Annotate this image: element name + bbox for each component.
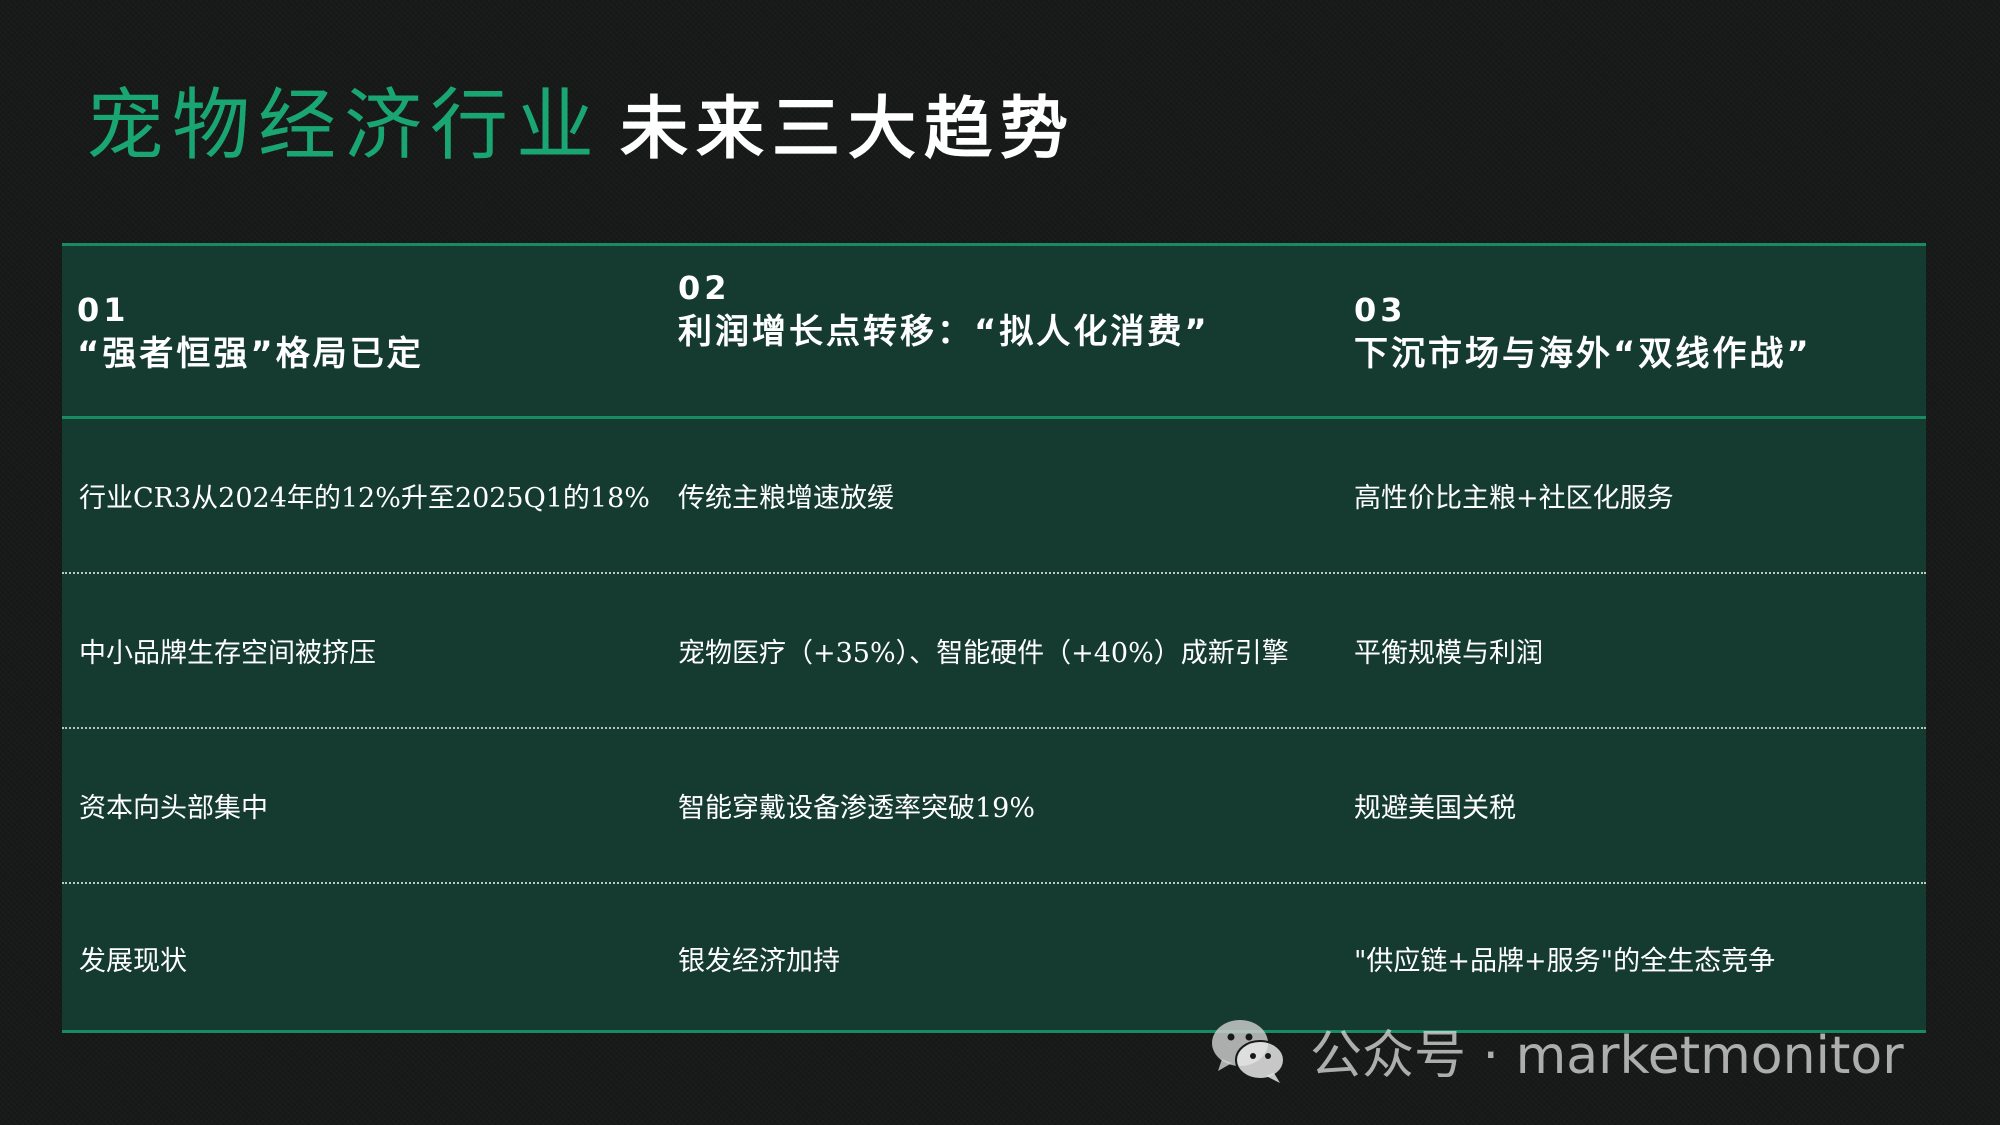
title-main: 宠物经济行业: [86, 81, 603, 171]
watermark-text: 公众号 · marketmonitor: [1310, 1025, 1904, 1086]
table-cell: 平衡规模与利润: [1354, 638, 1543, 669]
table-cell: 规避美国关税: [1354, 793, 1516, 824]
table-cell: 行业CR3从2024年的12%升至2025Q1的18%: [79, 483, 650, 514]
table-cell: 中小品牌生存空间被挤压: [79, 638, 376, 669]
table-header: 01 “强者恒强”格局已定 02 利润增长点转移：“拟人化消费” 03 下沉市场…: [62, 246, 1926, 419]
header-title: “强者恒强”格局已定: [77, 334, 424, 374]
header-number: 03: [1354, 291, 1407, 329]
header-trend-3: 03 下沉市场与海外“双线作战”: [1354, 288, 1914, 376]
header-number: 02: [678, 269, 731, 307]
watermark: 公众号 · marketmonitor: [1208, 1010, 1904, 1090]
table-cell: 高性价比主粮+社区化服务: [1354, 483, 1674, 514]
table-cell: 发展现状: [79, 946, 187, 977]
wechat-icon: [1212, 1020, 1285, 1083]
table-cell: 资本向头部集中: [79, 793, 268, 824]
page-title: 宠物经济行业 未来三大趋势: [86, 76, 1076, 176]
header-title: 利润增长点转移：“拟人化消费”: [678, 312, 1210, 352]
title-sub: 未来三大趋势: [620, 90, 1077, 169]
table-row: 行业CR3从2024年的12%升至2025Q1的18% 传统主粮增速放缓 高性价…: [62, 419, 1926, 574]
header-title: 下沉市场与海外“双线作战”: [1354, 334, 1812, 374]
table-cell: 传统主粮增速放缓: [678, 483, 894, 514]
trends-table: 01 “强者恒强”格局已定 02 利润增长点转移：“拟人化消费” 03 下沉市场…: [62, 243, 1926, 1033]
table-cell: 宠物医疗（+35%）、智能硬件（+40%）成新引擎: [678, 638, 1289, 669]
header-number: 01: [77, 291, 130, 329]
table-cell: 智能穿戴设备渗透率突破19%: [678, 793, 1036, 824]
header-trend-2: 02 利润增长点转移：“拟人化消费”: [678, 266, 1268, 354]
table-row: 资本向头部集中 智能穿戴设备渗透率突破19% 规避美国关税: [62, 729, 1926, 884]
header-trend-1: 01 “强者恒强”格局已定: [77, 288, 637, 376]
table-row: 中小品牌生存空间被挤压 宠物医疗（+35%）、智能硬件（+40%）成新引擎 平衡…: [62, 574, 1926, 729]
